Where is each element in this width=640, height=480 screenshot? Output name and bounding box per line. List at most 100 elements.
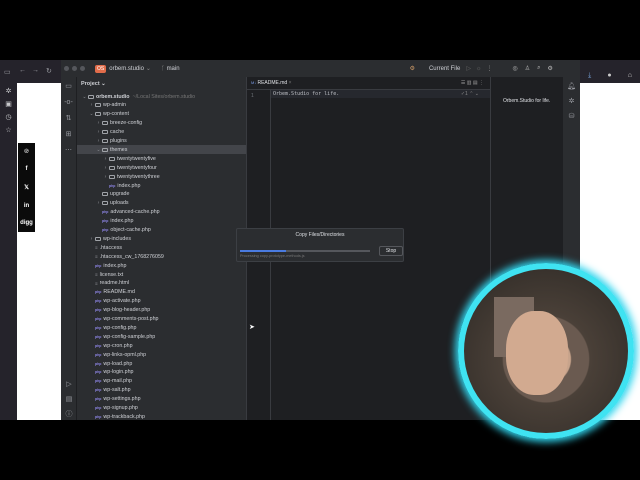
tree-item[interactable]: php index.php [77, 217, 246, 226]
tabs-icon[interactable]: ▣ [0, 98, 17, 111]
reload-icon[interactable]: ↻ [46, 67, 52, 75]
ai-assistant-icon[interactable]: ✲ [563, 94, 580, 109]
tree-item[interactable]: php wp-signup.php [77, 404, 246, 413]
browser-page [17, 83, 61, 420]
chevron-icon[interactable]: ⌄ [88, 111, 95, 117]
tree-item[interactable]: ⌄ wp-content [77, 110, 246, 119]
notifications-icon[interactable]: 🔔︎ [563, 79, 580, 94]
tree-item[interactable]: › plugins [77, 137, 246, 146]
structure-icon[interactable]: ⊞ [61, 127, 76, 143]
sidebar-toggle-icon[interactable]: ▭ [4, 68, 11, 76]
branch-switcher[interactable]: main [167, 66, 180, 72]
chevron-icon[interactable]: › [88, 102, 95, 108]
terminal-icon[interactable]: ▤ [61, 392, 77, 407]
run-icon[interactable]: ▷ [466, 65, 471, 72]
back-icon[interactable]: ← [19, 67, 26, 74]
commit-icon[interactable]: -o- [61, 95, 76, 111]
extensions-icon[interactable]: ✲ [0, 85, 17, 98]
panel-title[interactable]: Project ⌄ [77, 77, 246, 87]
tree-item[interactable]: php wp-config.php [77, 323, 246, 332]
shield-icon[interactable]: ● [607, 72, 611, 79]
close-tab-icon[interactable]: × [289, 80, 292, 86]
window-zoom-button[interactable] [80, 66, 85, 71]
tree-item[interactable]: php wp-cron.php [77, 341, 246, 350]
history-icon[interactable]: ◷ [0, 111, 17, 124]
debug-icon[interactable]: ☼ [476, 66, 482, 72]
tree-item[interactable]: › cache [77, 128, 246, 137]
tree-item[interactable]: › uploads [77, 199, 246, 208]
linkedin-icon[interactable]: in [24, 203, 29, 209]
tree-item[interactable]: › breeze-config [77, 119, 246, 128]
pinterest-icon[interactable]: ℗ [24, 149, 28, 155]
tree-item[interactable]: ≡ .htaccess [77, 243, 246, 252]
chevron-icon[interactable]: ⌄ [95, 147, 102, 153]
stop-button[interactable]: Stop [379, 246, 403, 256]
database-icon[interactable]: ⛁ [563, 109, 580, 124]
search-icon[interactable]: ⌕ [537, 65, 540, 72]
tree-item[interactable]: ⌄ themes [77, 145, 246, 155]
tree-item[interactable]: php wp-login.php [77, 368, 246, 377]
facebook-icon[interactable]: f [26, 166, 28, 172]
chevron-icon[interactable]: › [102, 156, 109, 162]
chevron-icon[interactable]: › [102, 165, 109, 171]
tree-item[interactable]: php wp-settings.php [77, 395, 246, 404]
tree-item[interactable]: php wp-mail.php [77, 377, 246, 386]
tree-item[interactable]: php wp-blog-header.php [77, 306, 246, 315]
project-tool-icon[interactable]: ▭ [61, 79, 76, 95]
editor-line[interactable]: Orbem.Studio for life. ✓1 ⌃ ⌄ [271, 90, 491, 98]
chevron-icon[interactable]: › [95, 138, 102, 144]
tree-item[interactable]: php advanced-cache.php [77, 208, 246, 217]
tree-item[interactable]: php wp-trackback.php [77, 412, 246, 420]
social-share-bar: ℗ f 𝕏 in digg [18, 143, 35, 232]
plugin-icon[interactable]: ⚙ [410, 65, 415, 72]
add-user-icon[interactable]: ♙ [525, 65, 530, 72]
download-icon[interactable]: ⤓ [588, 72, 591, 80]
tree-item[interactable]: › wp-includes [77, 234, 246, 243]
chevron-icon[interactable]: › [88, 236, 95, 242]
chevron-icon[interactable]: › [95, 120, 102, 126]
tree-item[interactable]: php wp-salt.php [77, 386, 246, 395]
tree-item[interactable]: php wp-activate.php [77, 297, 246, 306]
x-icon[interactable]: 𝕏 [24, 184, 29, 191]
inspection-widget[interactable]: ✓1 ⌃ ⌄ [461, 91, 479, 97]
chevron-icon[interactable]: ⌄ [81, 94, 88, 100]
pull-requests-icon[interactable]: ⇅ [61, 111, 76, 127]
tree-item[interactable]: php wp-links-opml.php [77, 350, 246, 359]
ai-icon[interactable]: ◎ [512, 65, 517, 72]
tree-item[interactable]: ⌄ orbem.studio ~/Local Sites/orbem.studio [77, 92, 246, 101]
php-file-icon: php [95, 308, 102, 313]
tree-item[interactable]: php wp-config-sample.php [77, 332, 246, 341]
tree-item[interactable]: › twentytwentyfive [77, 154, 246, 163]
window-close-button[interactable] [64, 66, 69, 71]
tree-item[interactable]: php wp-comments-post.php [77, 315, 246, 324]
tree-item[interactable]: php index.php [77, 181, 246, 190]
tree-item[interactable]: › twentytwentythree [77, 172, 246, 181]
bookmark-icon[interactable]: ☆ [0, 124, 17, 137]
run-config-select[interactable]: Current File [429, 66, 460, 72]
tree-item[interactable]: ≡ readme.html [77, 279, 246, 288]
tree-item[interactable]: upgrade [77, 190, 246, 199]
tree-item[interactable]: php README.md [77, 288, 246, 297]
more-tools-icon[interactable]: ⋯ [61, 143, 76, 159]
chevron-icon[interactable]: › [102, 174, 109, 180]
tree-item[interactable]: ≡ .htaccess_cw_1768276059 [77, 252, 246, 261]
more-icon[interactable]: ⋮ [486, 65, 492, 72]
chevron-icon[interactable]: › [95, 200, 102, 206]
home-icon[interactable]: ⌂ [628, 72, 632, 79]
window-minimize-button[interactable] [72, 66, 77, 71]
problems-icon[interactable]: ⓘ [61, 407, 77, 420]
chevron-icon[interactable]: › [95, 129, 102, 135]
editor-tab-readme[interactable]: M↓ README.md × [251, 80, 292, 86]
tree-item[interactable]: php wp-load.php [77, 359, 246, 368]
tree-item[interactable]: php index.php [77, 261, 246, 270]
project-switcher[interactable]: orbem.studio [109, 66, 144, 72]
services-icon[interactable]: ▷ [61, 377, 77, 392]
tree-item[interactable]: ≡ license.txt [77, 270, 246, 279]
digg-icon[interactable]: digg [20, 220, 33, 226]
forward-icon[interactable]: → [32, 67, 39, 74]
tree-item[interactable]: › twentytwentyfour [77, 163, 246, 172]
tree-item[interactable]: php object-cache.php [77, 226, 246, 235]
view-mode-toggle[interactable]: ☰ ▥ ▤ ⋮ [461, 80, 484, 86]
settings-icon[interactable]: ⚙ [547, 65, 552, 72]
tree-item[interactable]: › wp-admin [77, 101, 246, 110]
